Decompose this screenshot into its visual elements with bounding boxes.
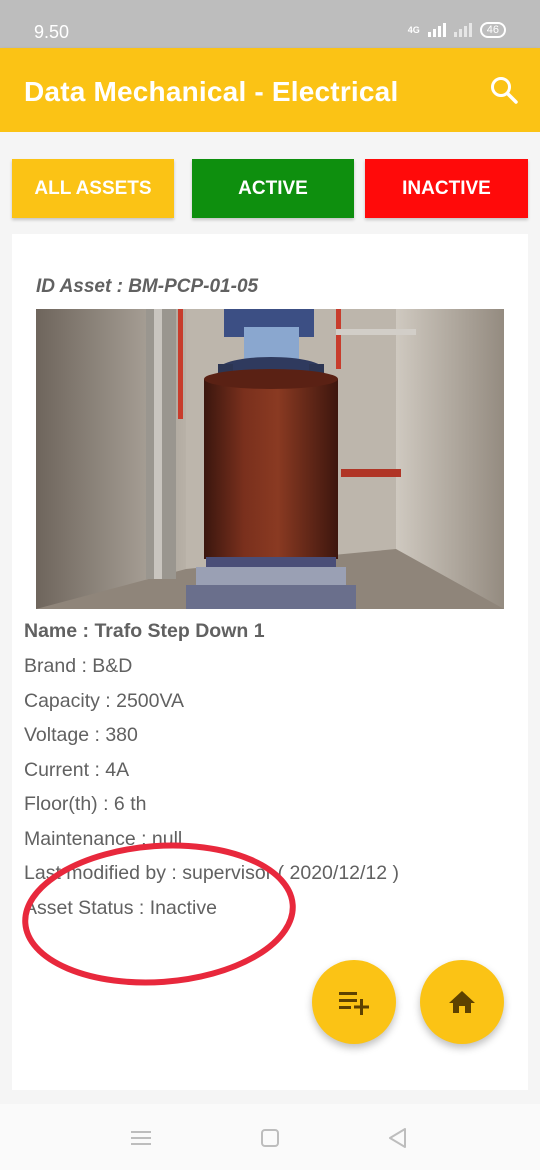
asset-brand: Brand : B&D [24,655,133,677]
asset-photo [36,309,504,609]
app-bar: Data Mechanical - Electrical [0,48,540,132]
asset-name: Name : Trafo Step Down 1 [24,620,265,642]
add-list-button[interactable] [312,960,396,1044]
asset-current: Current : 4A [24,759,130,781]
status-icons: 4G 46 [408,22,506,38]
inactive-button[interactable]: INACTIVE [365,159,528,218]
asset-status: Asset Status : Inactive [24,897,217,919]
back-triangle-icon[interactable] [386,1126,410,1150]
square-home-icon[interactable] [258,1126,282,1150]
signal-secondary-icon [453,23,472,37]
asset-capacity: Capacity : 2500VA [24,690,185,712]
status-time: 9.50 [34,22,70,42]
status-bar: 9.50 4G 46 [0,0,540,48]
asset-floor: Floor(th) : 6 th [24,793,147,815]
playlist-add-icon [339,992,369,1015]
search-icon[interactable] [488,74,520,106]
asset-last-modified: Last modified by : supervisor ( 2020/12/… [24,862,400,884]
menu-icon[interactable] [129,1126,153,1150]
network-type-label: 4G [407,24,420,35]
all-assets-button[interactable]: ALL ASSETS [12,159,174,218]
active-button[interactable]: ACTIVE [192,159,354,218]
home-button[interactable] [420,960,504,1044]
home-icon [449,991,475,1013]
system-nav-bar [0,1104,540,1170]
page-title: Data Mechanical - Electrical [24,76,399,107]
signal-icon [427,23,446,37]
asset-maintenance: Maintenance : null [24,828,183,850]
asset-id: ID Asset : BM-PCP-01-05 [36,276,259,297]
asset-voltage: Voltage : 380 [24,724,138,746]
battery-icon: 46 [479,22,506,38]
